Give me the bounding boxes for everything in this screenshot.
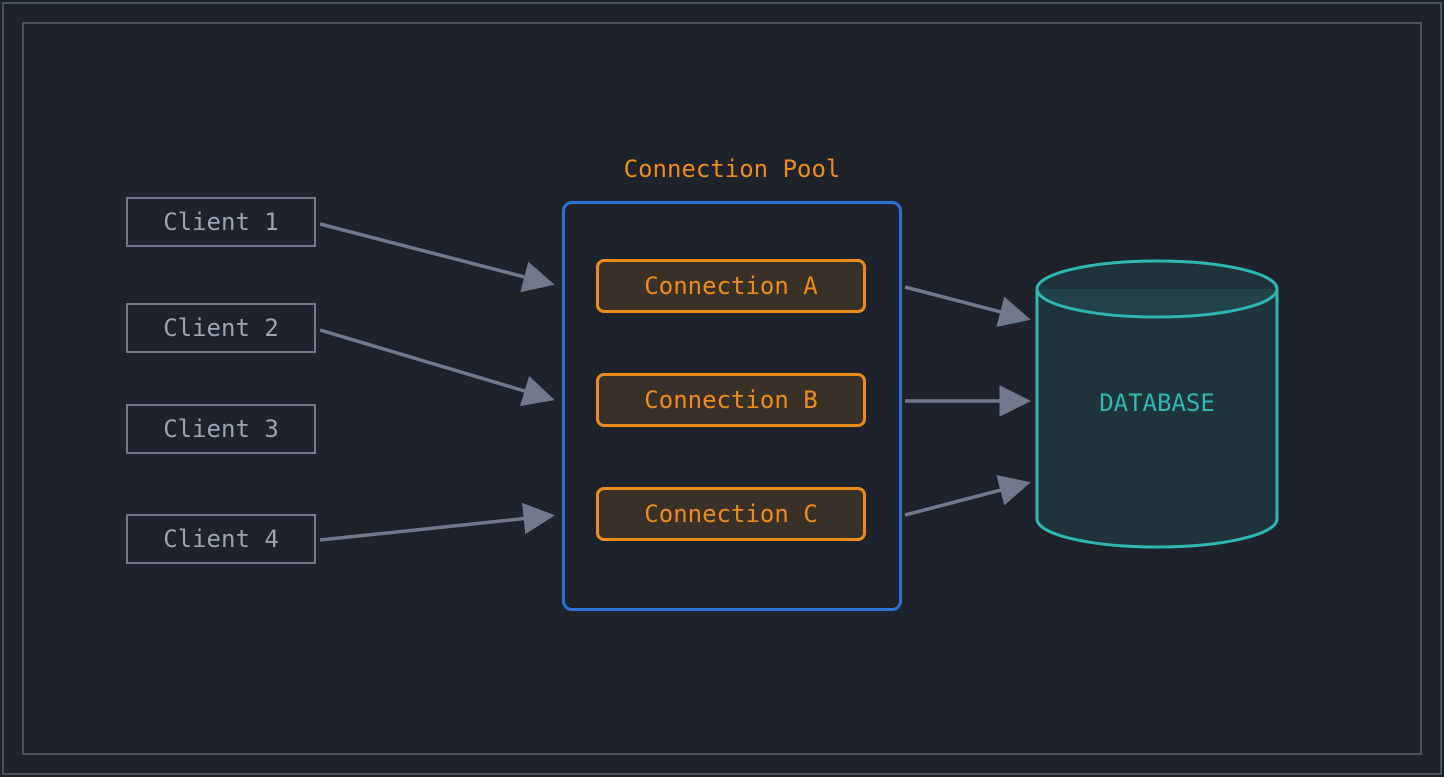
client-3-box: Client 3 — [126, 404, 316, 454]
connection-a-box: Connection A — [596, 259, 866, 313]
connection-a-label: Connection A — [644, 272, 817, 300]
pool-title: Connection Pool — [562, 155, 902, 183]
client-2-box: Client 2 — [126, 303, 316, 353]
client-2-label: Client 2 — [163, 314, 279, 342]
database-label: DATABASE — [1032, 389, 1282, 417]
client-4-box: Client 4 — [126, 514, 316, 564]
client-4-label: Client 4 — [163, 525, 279, 553]
connection-b-box: Connection B — [596, 373, 866, 427]
connection-c-box: Connection C — [596, 487, 866, 541]
client-1-box: Client 1 — [126, 197, 316, 247]
client-3-label: Client 3 — [163, 415, 279, 443]
connection-c-label: Connection C — [644, 500, 817, 528]
connection-b-label: Connection B — [644, 386, 817, 414]
client-1-label: Client 1 — [163, 208, 279, 236]
